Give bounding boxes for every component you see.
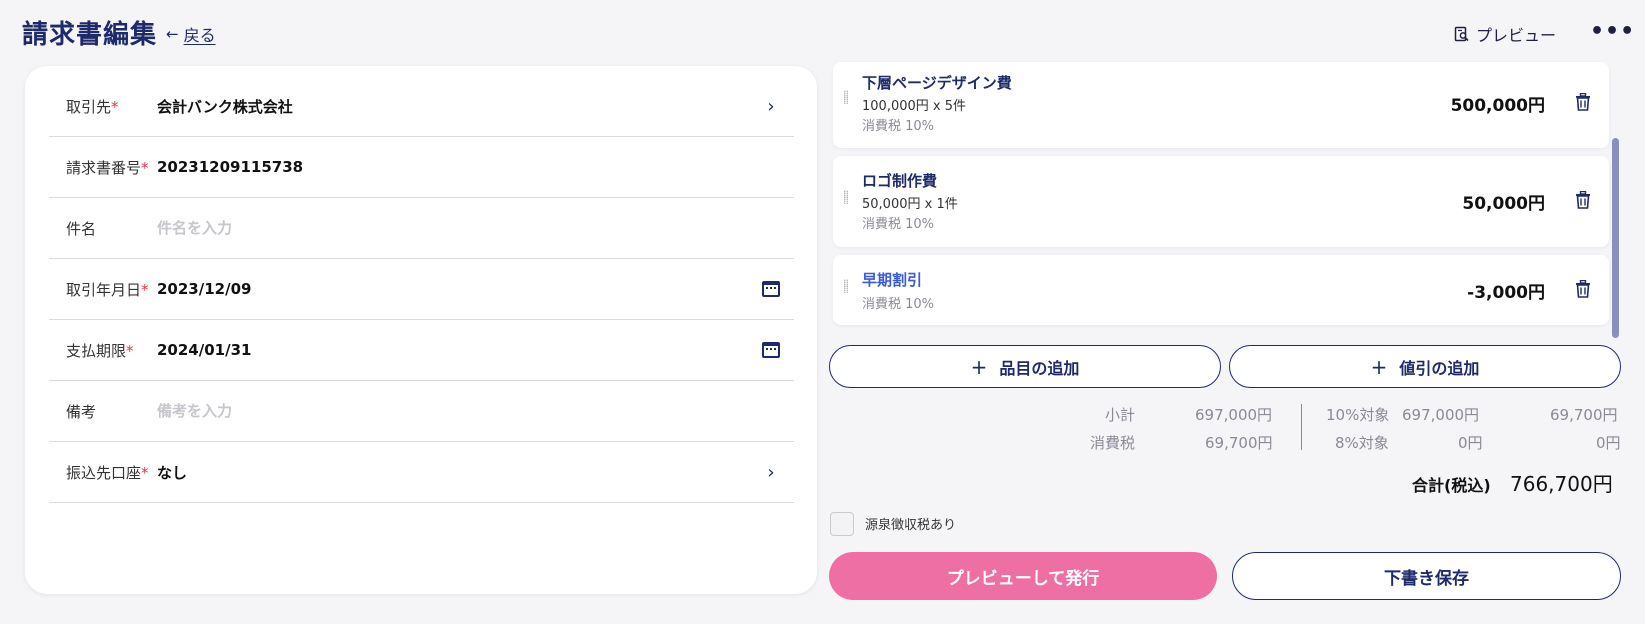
subtotal-label: 小計 — [1105, 406, 1136, 424]
transaction-date-input[interactable] — [157, 280, 756, 298]
withholding-checkbox[interactable] — [830, 512, 854, 536]
total-label: 合計(税込) — [1412, 476, 1491, 495]
transaction-date-row: 取引年月日* — [49, 259, 794, 320]
save-draft-button[interactable]: 下書き保存 — [1232, 552, 1621, 600]
add-item-label: 品目の追加 — [999, 358, 1080, 378]
item-tax: 消費税 10% — [862, 297, 935, 312]
subject-row: 件名 — [49, 198, 794, 259]
drag-handle-icon[interactable]: ⁞⁞ ⁞⁞ — [843, 189, 851, 210]
invoice-form-card: 取引先* 会計バンク株式会社 › 請求書番号* 件名 取引年月日* 支払期限* … — [25, 66, 817, 594]
due-date-input[interactable] — [157, 341, 756, 359]
total-value: 766,700円 — [1510, 472, 1613, 496]
calendar-button[interactable] — [756, 342, 786, 358]
page-header: 請求書編集 ← 戻る プレビュー ••• — [0, 0, 1645, 64]
invoice-number-row: 請求書番号* — [49, 137, 794, 198]
drag-handle-icon[interactable]: ⁞⁞ ⁞⁞ — [843, 89, 851, 110]
plus-icon: + — [1370, 354, 1388, 379]
trash-icon[interactable] — [1575, 280, 1591, 298]
add-item-button[interactable]: + 品目の追加 — [829, 345, 1221, 388]
bank-account-value: なし — [157, 463, 188, 482]
items-scrollbar[interactable] — [1612, 138, 1619, 338]
line-item[interactable]: ⁞⁞ ⁞⁞ ロゴ制作費 50,000円 x 1件 消費税 10% 50,000円 — [833, 156, 1609, 247]
rate8-tax: 0円 — [1596, 434, 1621, 452]
calendar-icon — [762, 281, 780, 297]
note-row: 備考 — [49, 381, 794, 442]
item-amount: 500,000円 — [1450, 96, 1545, 116]
calendar-icon — [762, 342, 780, 358]
subject-input[interactable] — [157, 219, 794, 237]
page-title: 請求書編集 — [22, 20, 158, 50]
preview-button[interactable]: プレビュー — [1454, 22, 1556, 46]
rate8-label: 8%対象 — [1335, 434, 1389, 452]
rate8-base: 0円 — [1458, 434, 1483, 452]
more-horizontal-icon: ••• — [1590, 19, 1636, 44]
preview-label: プレビュー — [1476, 26, 1557, 45]
summary-divider — [1301, 404, 1302, 450]
discount-item[interactable]: ⁞⁞ ⁞⁞ 早期割引 消費税 10% -3,000円 — [833, 255, 1609, 325]
line-item[interactable]: ⁞⁞ ⁞⁞ 下層ページデザイン費 100,000円 x 5件 消費税 10% 50… — [833, 62, 1609, 148]
plus-icon: + — [970, 354, 988, 379]
rate10-label: 10%対象 — [1326, 406, 1390, 424]
invoice-number-label: 請求書番号* — [66, 158, 149, 177]
tax-value: 69,700円 — [1205, 434, 1273, 452]
item-amount: -3,000円 — [1467, 283, 1545, 303]
client-row[interactable]: 取引先* 会計バンク株式会社 › — [49, 76, 794, 137]
back-label: 戻る — [183, 26, 216, 45]
due-date-row: 支払期限* — [49, 320, 794, 381]
note-label: 備考 — [66, 402, 97, 421]
note-input[interactable] — [157, 402, 794, 420]
due-date-label: 支払期限* — [66, 341, 134, 360]
item-name: 下層ページデザイン費 — [862, 74, 1012, 92]
chevron-right-icon[interactable]: › — [756, 462, 786, 483]
back-link[interactable]: ← 戻る — [166, 22, 216, 46]
rate10-base: 697,000円 — [1402, 406, 1480, 424]
bank-account-label: 振込先口座* — [66, 463, 149, 482]
rate10-tax: 69,700円 — [1550, 406, 1618, 424]
add-discount-label: 値引の追加 — [1399, 358, 1480, 378]
tax-label: 消費税 — [1090, 434, 1136, 452]
trash-icon[interactable] — [1575, 191, 1591, 209]
item-tax: 消費税 10% — [862, 119, 935, 134]
drag-handle-icon[interactable]: ⁞⁞ ⁞⁞ — [843, 278, 851, 299]
add-discount-button[interactable]: + 値引の追加 — [1229, 345, 1621, 388]
item-quantity: 100,000円 x 5件 — [862, 99, 966, 114]
calendar-button[interactable] — [756, 281, 786, 297]
item-name: 早期割引 — [862, 271, 923, 289]
document-search-icon — [1454, 26, 1469, 42]
trash-icon[interactable] — [1575, 93, 1591, 111]
item-amount: 50,000円 — [1462, 194, 1545, 214]
subtotal-value: 697,000円 — [1195, 406, 1273, 424]
item-name: ロゴ制作費 — [862, 172, 938, 190]
subject-label: 件名 — [66, 219, 97, 238]
more-options-button[interactable]: ••• — [1590, 18, 1634, 50]
client-label: 取引先* — [66, 97, 119, 116]
arrow-left-icon: ← — [166, 25, 179, 43]
withholding-label: 源泉徴収税あり — [865, 518, 957, 533]
item-quantity: 50,000円 x 1件 — [862, 197, 958, 212]
transaction-date-label: 取引年月日* — [66, 280, 149, 299]
item-tax: 消費税 10% — [862, 217, 935, 232]
preview-and-issue-button[interactable]: プレビューして発行 — [829, 552, 1217, 600]
client-value: 会計バンク株式会社 — [157, 97, 293, 116]
bank-account-row[interactable]: 振込先口座* なし › — [49, 442, 794, 503]
chevron-right-icon[interactable]: › — [756, 96, 786, 117]
invoice-number-input[interactable] — [157, 158, 794, 176]
